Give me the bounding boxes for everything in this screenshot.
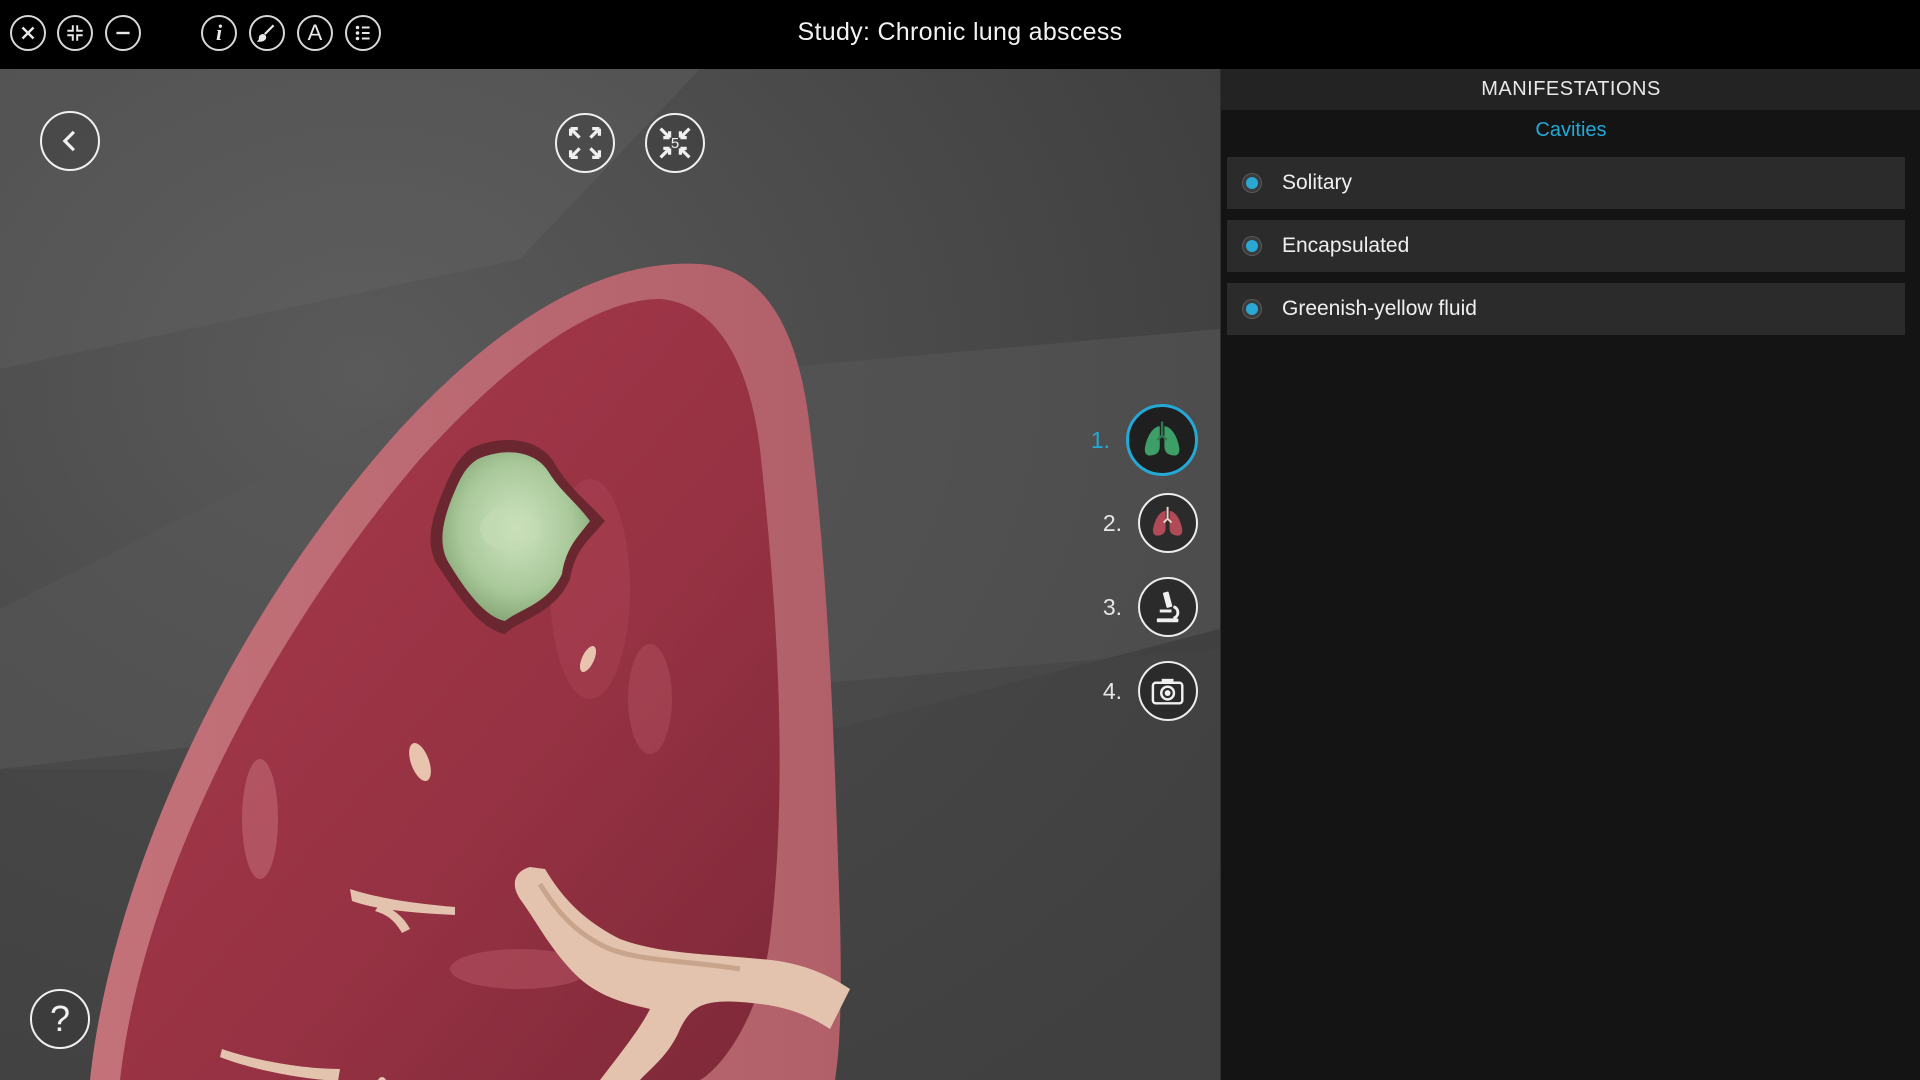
list-item-greenish-yellow-fluid[interactable]: Greenish-yellow fluid [1227, 283, 1905, 335]
list-item-label: Greenish-yellow fluid [1282, 297, 1477, 320]
microscope-icon[interactable] [1138, 577, 1198, 637]
step-1[interactable]: 1. [1086, 404, 1198, 476]
step-3[interactable]: 3. [1098, 577, 1198, 637]
step-number: 3. [1102, 593, 1122, 620]
panel-header: MANIFESTATIONS [1221, 69, 1920, 110]
lungs-red-icon[interactable] [1138, 493, 1198, 553]
manifestation-list: Solitary Encapsulated Greenish-yellow fl… [1221, 157, 1920, 335]
expand-icon [568, 126, 602, 160]
model-viewport[interactable]: 5 1. 2. 3. 4. ? [0, 69, 1220, 1080]
list-item-label: Solitary [1282, 171, 1353, 194]
camera-icon[interactable] [1138, 661, 1198, 721]
step-number: 1. [1090, 426, 1110, 453]
expand-button[interactable] [555, 113, 615, 173]
step-number: 2. [1102, 509, 1122, 536]
help-button[interactable]: ? [30, 989, 90, 1049]
panel-subheader[interactable]: Cavities [1221, 119, 1920, 149]
help-glyph: ? [49, 998, 71, 1039]
step-2[interactable]: 2. [1098, 493, 1198, 553]
bullet-icon [1246, 240, 1258, 252]
page-title: Study: Chronic lung abscess [797, 18, 1123, 46]
lung-3d-model [0, 69, 1220, 1080]
bullet-icon [1246, 303, 1258, 315]
fit-badge: 5 [670, 134, 680, 152]
step-4[interactable]: 4. [1098, 661, 1198, 721]
list-item-solitary[interactable]: Solitary [1227, 157, 1905, 209]
chevron-left-icon [62, 130, 76, 152]
step-number: 4. [1102, 677, 1122, 704]
list-item-label: Encapsulated [1282, 234, 1410, 257]
lungs-green-icon[interactable] [1126, 404, 1198, 476]
bullet-icon [1246, 177, 1258, 189]
manifestations-panel: MANIFESTATIONS Cavities Solitary Encapsu… [1220, 69, 1920, 1080]
top-bar: i A Study: Chronic lung abscess [0, 0, 1920, 69]
back-button[interactable] [40, 111, 100, 171]
list-item-encapsulated[interactable]: Encapsulated [1227, 220, 1905, 272]
fit-button[interactable]: 5 [645, 113, 705, 173]
